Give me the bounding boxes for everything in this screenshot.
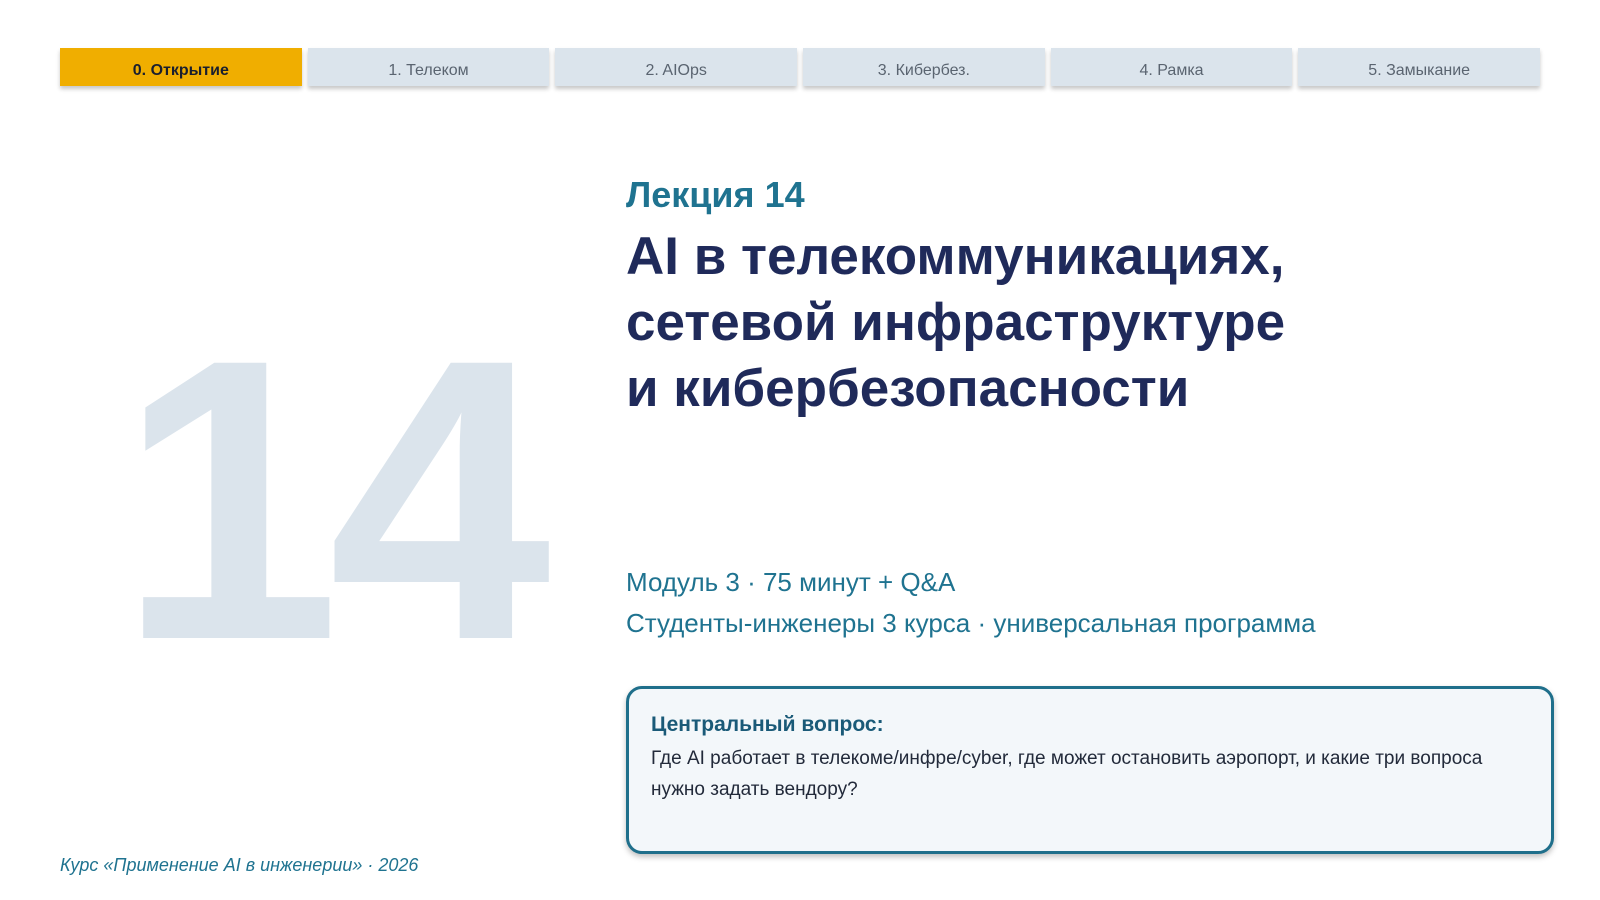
lecture-number-watermark: 14 xyxy=(118,276,551,723)
lecture-meta: Модуль 3 · 75 минут + Q&A Студенты-инжен… xyxy=(626,562,1316,644)
title-line: сетевой инфраструктуре xyxy=(626,293,1286,352)
meta-module-duration: Модуль 3 · 75 минут + Q&A xyxy=(626,567,956,597)
title-line: AI в телекоммуникациях, xyxy=(626,227,1285,286)
tab-framework[interactable]: 4. Рамка xyxy=(1050,48,1293,86)
central-question-label: Центральный вопрос: xyxy=(651,713,884,736)
meta-audience: Студенты-инженеры 3 курса · универсальна… xyxy=(626,608,1316,638)
tab-telecom[interactable]: 1. Телеком xyxy=(307,48,550,86)
slide-title: AI в телекоммуникациях, сетевой инфрастр… xyxy=(626,224,1546,422)
section-nav: 0. Открытие 1. Телеком 2. AIOps 3. Кибер… xyxy=(60,48,1541,86)
lecture-label: Лекция 14 xyxy=(626,174,805,215)
central-question-box: Центральный вопрос: Где AI работает в те… xyxy=(626,686,1554,854)
tab-aiops[interactable]: 2. AIOps xyxy=(555,48,798,86)
title-line: и кибербезопасности xyxy=(626,359,1190,418)
tab-opening[interactable]: 0. Открытие xyxy=(60,48,302,86)
central-question-text: Где AI работает в телекоме/инфре/cyber, … xyxy=(651,748,1483,800)
tab-cybersecurity[interactable]: 3. Кибербез. xyxy=(803,48,1045,86)
course-footer: Курс «Применение AI в инженерии» · 2026 xyxy=(60,855,419,875)
tab-closing[interactable]: 5. Замыкание xyxy=(1298,48,1541,86)
